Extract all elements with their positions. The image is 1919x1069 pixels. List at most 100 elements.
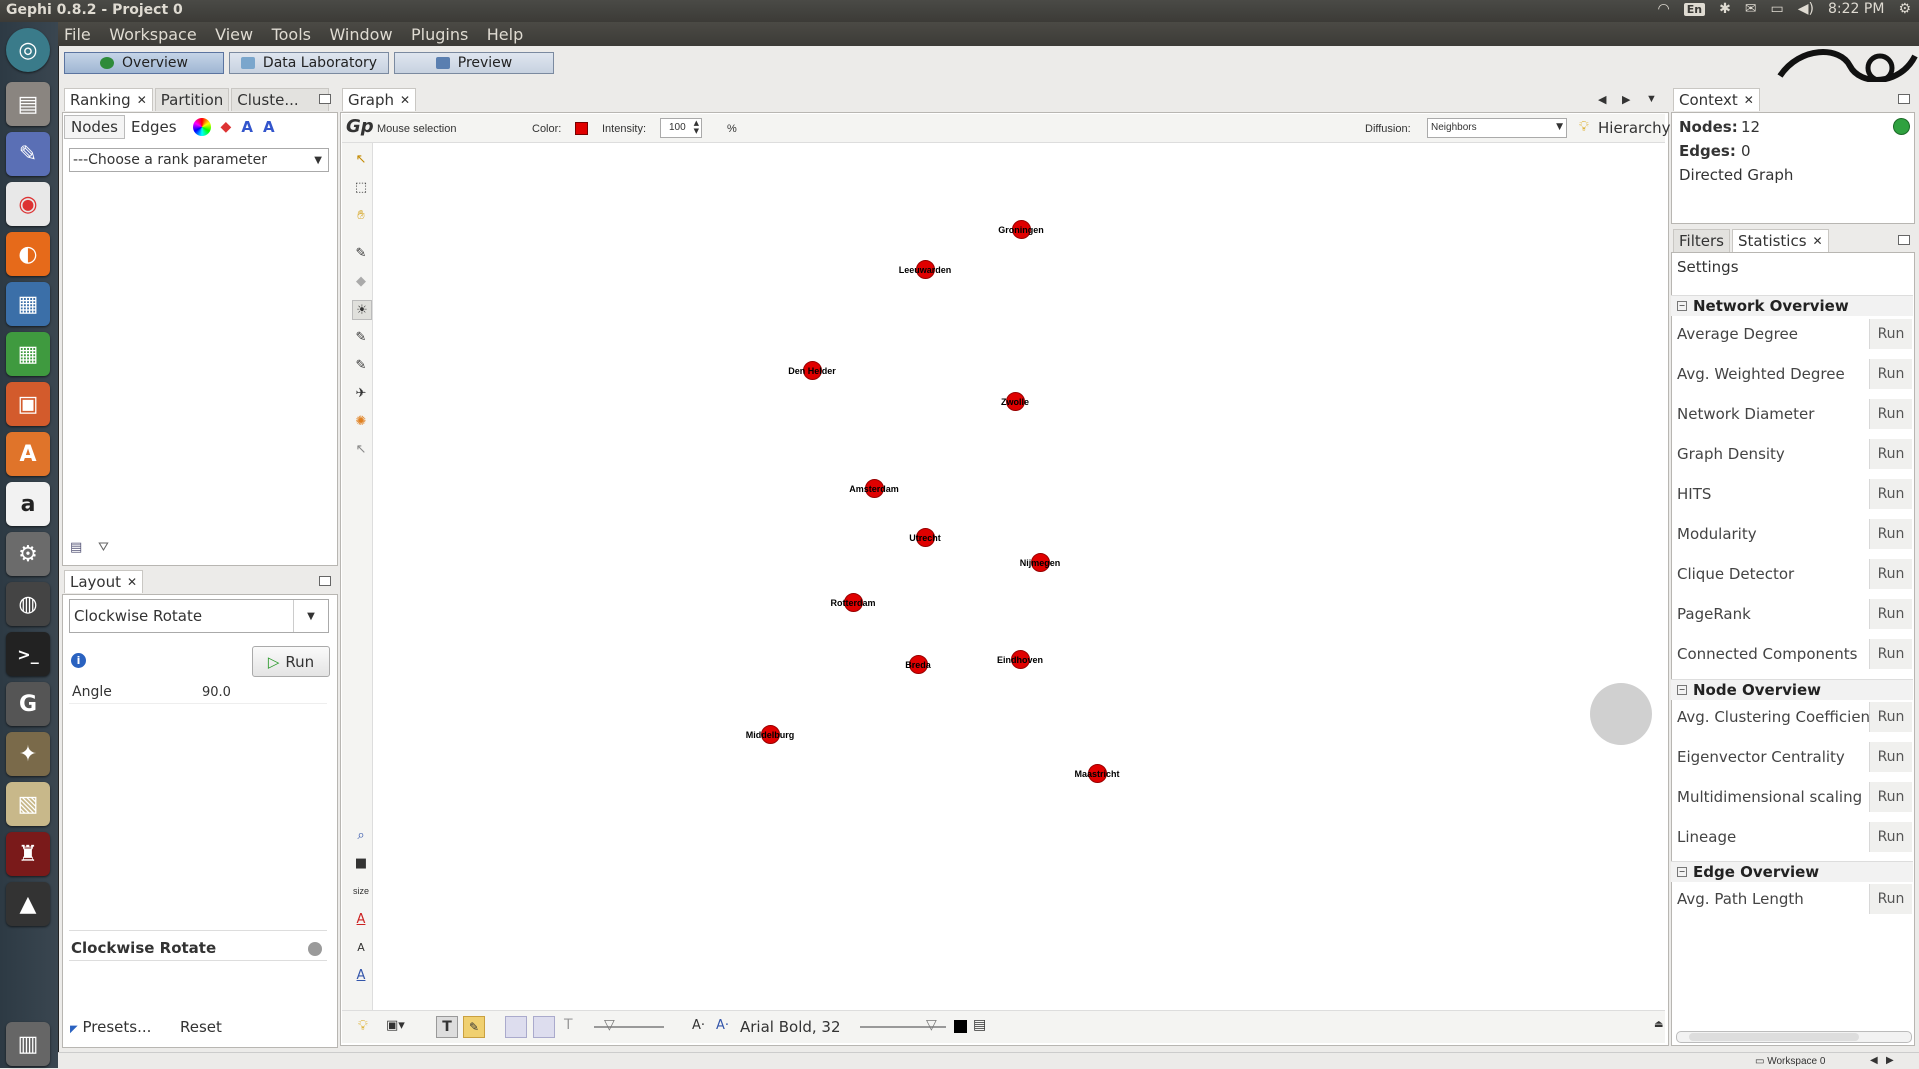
close-icon[interactable]: ✕: [400, 93, 410, 107]
painter-icon[interactable]: ✎: [352, 244, 370, 262]
direct-selection-icon[interactable]: ↖: [352, 150, 370, 168]
show-labels-icon[interactable]: T: [436, 1016, 458, 1038]
writer-icon[interactable]: ▦: [6, 282, 50, 326]
tab-context[interactable]: Context ✕: [1673, 88, 1760, 111]
tab-list-icon[interactable]: ▼: [1646, 93, 1657, 105]
lightbulb-icon[interactable]: 💡︎: [1579, 119, 1589, 135]
rank-parameter-select[interactable]: ---Choose a rank parameter ▼: [69, 148, 329, 172]
wifi-icon[interactable]: ◠: [1658, 1, 1670, 17]
run-multidimensional-scaling-button[interactable]: Run: [1869, 782, 1912, 812]
run-avg-path-length-button[interactable]: Run: [1869, 884, 1912, 914]
menu-workspace[interactable]: Workspace: [109, 22, 196, 44]
list-view-icon[interactable]: ▤: [70, 540, 82, 555]
gimp-icon[interactable]: ✦: [6, 732, 50, 776]
tab-preview[interactable]: Preview: [394, 52, 554, 74]
size-label-icon[interactable]: size: [352, 882, 370, 900]
impress-icon[interactable]: ▣: [6, 382, 50, 426]
run-avg-weighted-degree-button[interactable]: Run: [1869, 359, 1912, 389]
label-size-icon[interactable]: A: [263, 118, 275, 136]
run-modularity-button[interactable]: Run: [1869, 519, 1912, 549]
gephi-icon[interactable]: G: [6, 682, 50, 726]
settings-button[interactable]: Settings: [1677, 258, 1739, 276]
font-size-icon[interactable]: A: [352, 938, 370, 956]
add-edge-icon[interactable]: ✺: [352, 412, 370, 430]
section-node-overview[interactable]: − Node Overview: [1671, 679, 1913, 700]
terminal-icon[interactable]: >_: [6, 632, 50, 676]
clipboard-icon[interactable]: ▤: [973, 1017, 986, 1033]
run-network-diameter-button[interactable]: Run: [1869, 399, 1912, 429]
diffusion-select[interactable]: Neighbors ▼: [1427, 118, 1567, 138]
tab-ranking[interactable]: Ranking ✕: [64, 88, 153, 111]
run-clique-detector-button[interactable]: Run: [1869, 559, 1912, 589]
font-color-icon[interactable]: A: [352, 910, 370, 928]
minimize-icon[interactable]: [1898, 94, 1910, 104]
edge-color-icon[interactable]: [533, 1016, 555, 1038]
layout-run-button[interactable]: ▷ Run: [252, 646, 330, 677]
minimize-icon[interactable]: [1898, 235, 1910, 245]
subtab-nodes[interactable]: Nodes: [64, 115, 125, 139]
menu-help[interactable]: Help: [487, 22, 523, 44]
bluetooth-icon[interactable]: ✱: [1719, 1, 1731, 17]
menu-window[interactable]: Window: [329, 22, 392, 44]
refresh-status-icon[interactable]: [1893, 118, 1910, 135]
label-color-swatch[interactable]: [954, 1020, 967, 1033]
workspace-indicator[interactable]: ▭ Workspace 0: [1755, 1056, 1825, 1067]
prev-workspace-icon[interactable]: ◀: [1870, 1055, 1878, 1066]
sizer-icon[interactable]: ◆: [352, 272, 370, 290]
minimize-icon[interactable]: [319, 94, 331, 104]
settings-icon[interactable]: ⚙: [6, 532, 50, 576]
help-cursor-icon[interactable]: ↖: [352, 440, 370, 458]
files-icon[interactable]: ▤: [6, 82, 50, 126]
mail-icon[interactable]: ✉: [1745, 1, 1757, 17]
label-color-icon[interactable]: A: [241, 118, 253, 136]
tab-filters[interactable]: Filters: [1673, 229, 1730, 252]
menu-tools[interactable]: Tools: [272, 22, 311, 44]
edit-node-icon[interactable]: ✎: [352, 356, 370, 374]
slider-thumb-icon[interactable]: ▽: [604, 1017, 615, 1033]
update-icon[interactable]: ◍: [6, 582, 50, 626]
dash-home-icon[interactable]: ◎: [6, 28, 50, 72]
image-viewer-icon[interactable]: ▧: [6, 782, 50, 826]
menu-plugins[interactable]: Plugins: [411, 22, 468, 44]
software-center-icon[interactable]: A: [6, 432, 50, 476]
size-icon[interactable]: ◆: [221, 119, 232, 135]
zoom-fit-icon[interactable]: ⌕: [352, 826, 370, 844]
subtab-edges[interactable]: Edges: [125, 116, 183, 138]
layout-algorithm-select[interactable]: Clockwise Rotate ▼: [69, 599, 329, 633]
slider-thumb-icon[interactable]: ▽: [926, 1017, 937, 1033]
text-style-icon[interactable]: T: [564, 1017, 573, 1033]
scrollbar-thumb[interactable]: [1689, 1033, 1859, 1041]
menu-view[interactable]: View: [215, 22, 253, 44]
rectangle-selection-icon[interactable]: ⬚: [352, 178, 370, 196]
close-icon[interactable]: ✕: [127, 575, 137, 589]
section-edge-overview[interactable]: − Edge Overview: [1671, 861, 1913, 882]
run-connected-components-button[interactable]: Run: [1869, 639, 1912, 669]
tab-data-laboratory[interactable]: Data Laboratory: [229, 52, 389, 74]
close-icon[interactable]: ✕: [1813, 234, 1823, 248]
decrease-font-icon[interactable]: A·: [692, 1018, 705, 1033]
horizontal-scrollbar[interactable]: [1676, 1031, 1912, 1043]
run-graph-density-button[interactable]: Run: [1869, 439, 1912, 469]
intensity-spinner[interactable]: 100 ▲ ▼: [660, 118, 702, 138]
amazon-icon[interactable]: a: [6, 482, 50, 526]
lightbulb-icon[interactable]: 💡︎: [358, 1018, 368, 1034]
tab-statistics[interactable]: Statistics ✕: [1731, 229, 1829, 252]
reset-button[interactable]: Reset: [180, 1018, 222, 1036]
trash-icon[interactable]: ▥: [6, 1022, 50, 1066]
label-font-icon[interactable]: A: [352, 966, 370, 984]
section-network-overview[interactable]: − Network Overview: [1671, 295, 1913, 316]
scroll-right-icon[interactable]: ▶: [1622, 93, 1630, 106]
run-average-degree-button[interactable]: Run: [1869, 319, 1912, 349]
heatmap-icon[interactable]: ☀: [352, 300, 372, 320]
chrome-icon[interactable]: ◉: [6, 182, 50, 226]
property-row-angle[interactable]: Angle 90.0: [69, 683, 327, 704]
tab-partition[interactable]: Partition: [154, 88, 230, 111]
keyboard-layout-indicator[interactable]: En: [1683, 2, 1706, 16]
gear-icon[interactable]: ⚙: [1898, 1, 1911, 17]
battery-icon[interactable]: ▭: [1771, 1, 1784, 17]
expand-icon[interactable]: ⏏: [1654, 1019, 1663, 1030]
scroll-left-icon[interactable]: ◀: [1598, 93, 1606, 106]
presets-link[interactable]: ◤ Presets...: [70, 1018, 151, 1036]
add-node-icon[interactable]: ✈: [352, 384, 370, 402]
info-icon[interactable]: i: [71, 653, 86, 668]
